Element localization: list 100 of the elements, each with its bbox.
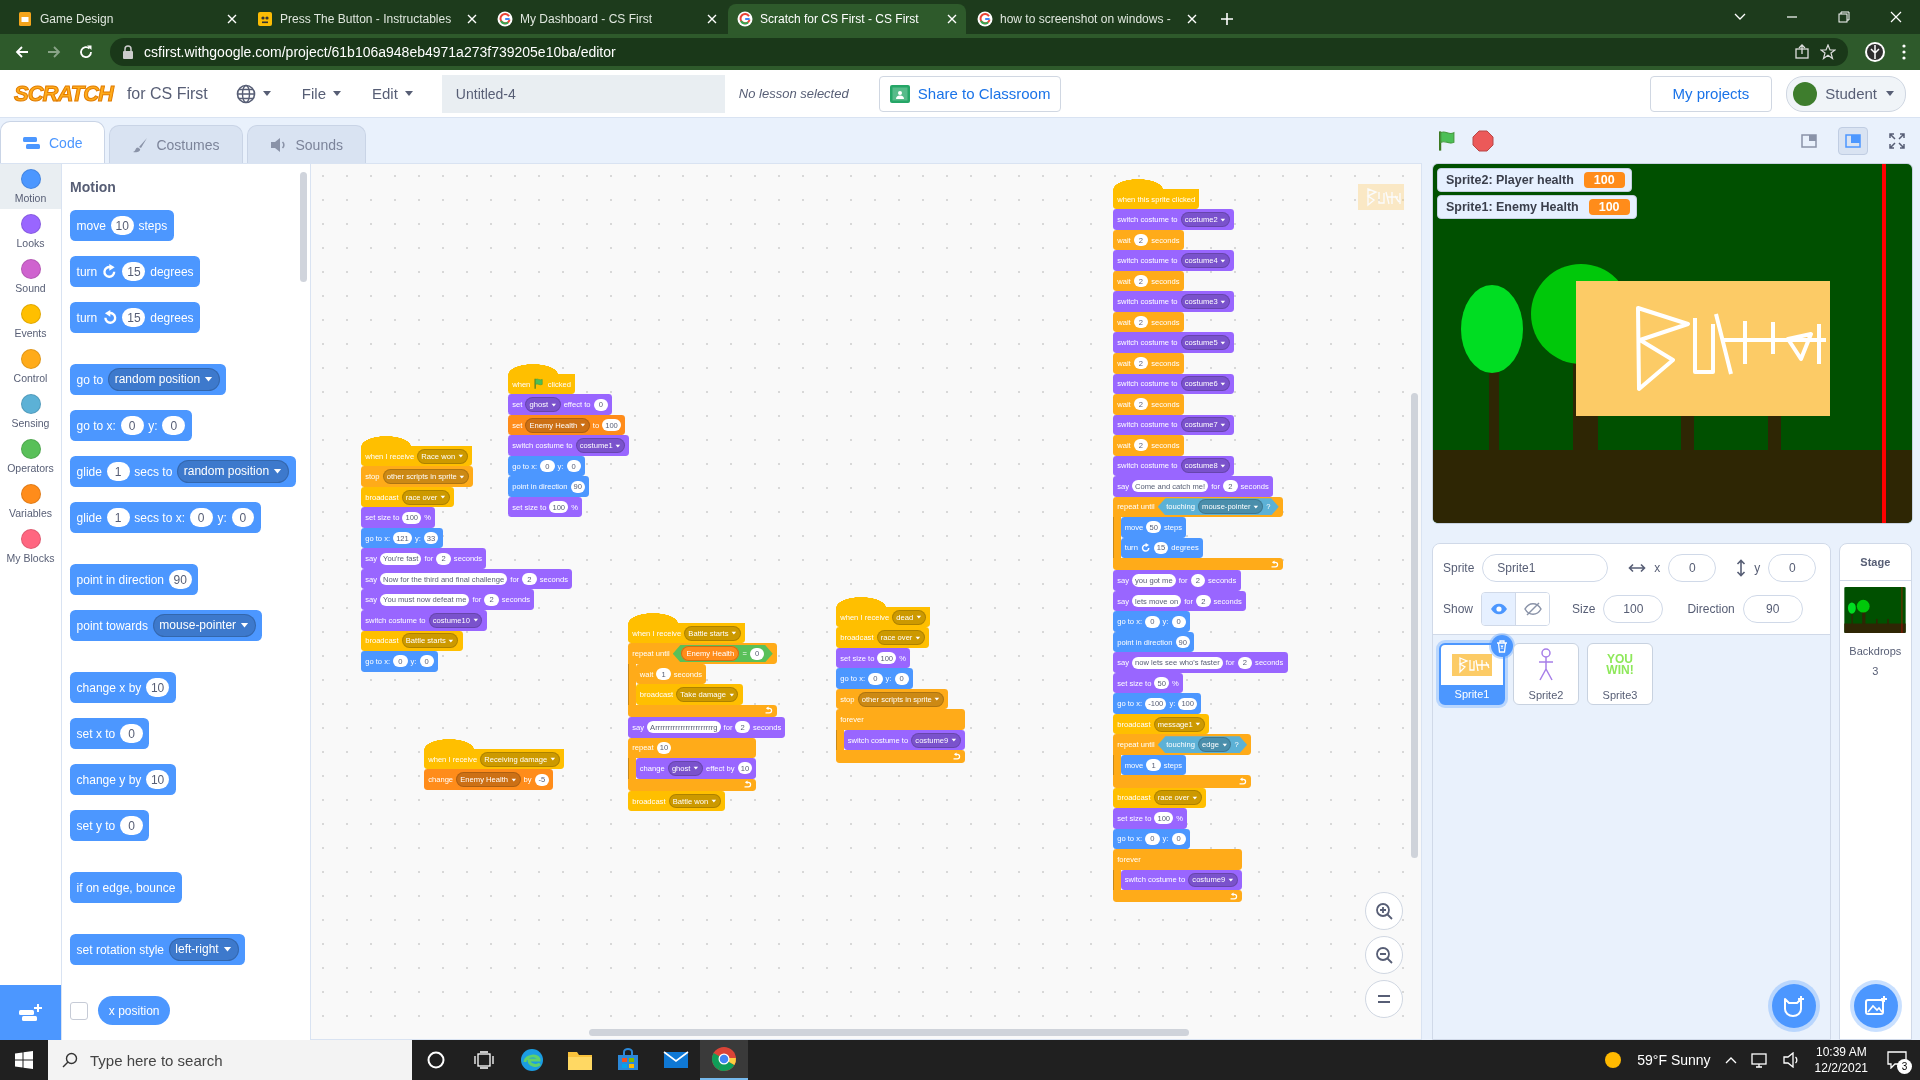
sprite-tile[interactable]: Sprite2 (1513, 643, 1579, 705)
sprite-tile[interactable]: YOU WIN! Sprite3 (1587, 643, 1653, 705)
value-input[interactable]: 1 (106, 461, 130, 482)
value-input[interactable]: 0 (120, 723, 143, 744)
weather-text[interactable]: 59°F Sunny (1637, 1052, 1711, 1068)
value-input[interactable]: 0 (189, 507, 213, 528)
value-input[interactable]: 0 (162, 415, 186, 436)
speech-bubble-icon[interactable] (1887, 1051, 1907, 1069)
value-input[interactable]: 10 (110, 215, 134, 236)
value-input[interactable]: 15 (122, 307, 146, 328)
zoom-in-button[interactable] (1365, 892, 1403, 930)
globe-icon (235, 83, 256, 104)
dropdown-menu[interactable]: random position (108, 367, 220, 392)
lesson-status-text: No lesson selected (738, 86, 849, 101)
value-input[interactable]: 10 (146, 769, 170, 790)
caret-icon (1220, 217, 1226, 222)
category-item[interactable]: Sensing (0, 389, 61, 434)
account-menu-button[interactable]: Student (1786, 75, 1906, 112)
stop-button[interactable] (1472, 129, 1494, 152)
stack-block[interactable]: set rotation style left-right (70, 934, 246, 965)
reload-icon[interactable] (78, 44, 94, 60)
stack-block[interactable]: set x to 0 (70, 718, 150, 749)
category-item[interactable]: Looks (0, 209, 61, 254)
category-item[interactable]: Variables (0, 479, 61, 524)
monitor-network-icon[interactable] (1750, 1052, 1769, 1068)
stack-block[interactable]: change x by 10 (70, 672, 176, 703)
category-item[interactable]: Operators (0, 434, 61, 479)
dropdown-menu[interactable]: random position (177, 459, 289, 484)
menu-button[interactable]: File (293, 79, 350, 108)
stack-block[interactable]: go to random position (70, 364, 227, 395)
value-input[interactable]: 10 (146, 677, 170, 698)
clock[interactable]: 10:39 AM 12/2/2021 (1814, 1044, 1868, 1076)
hide-sprite-button[interactable] (1515, 593, 1550, 625)
kebab-menu-icon[interactable] (1902, 44, 1906, 60)
checkbox[interactable] (70, 1001, 88, 1020)
dropdown-menu[interactable]: left-right (168, 937, 239, 962)
value-input[interactable]: 90 (168, 569, 192, 590)
delete-sprite-button[interactable] (1491, 635, 1513, 657)
rotate-clockwise-icon (102, 263, 118, 280)
zoom-out-button[interactable] (1365, 936, 1403, 974)
value-input[interactable]: 1 (106, 507, 130, 528)
category-item[interactable]: Control (0, 344, 61, 389)
category-item[interactable]: Events (0, 299, 61, 344)
taskbar-search-field[interactable]: Type here to search (48, 1040, 412, 1080)
forward-arrow-icon[interactable] (46, 44, 62, 60)
backdrops-label: Backdrops (1849, 645, 1902, 657)
dropdown-menu[interactable]: mouse-pointer (152, 613, 256, 638)
stack-block[interactable]: turn 15 degrees (70, 256, 201, 287)
scrollbar-thumb[interactable] (589, 1029, 1189, 1036)
close-icon[interactable] (1187, 14, 1197, 24)
browser-tab[interactable]: how to screenshot on windows - (968, 4, 1206, 34)
value-input[interactable]: 0 (231, 507, 255, 528)
menu-button[interactable]: Edit (364, 79, 422, 108)
chevron-up-icon[interactable] (1724, 1056, 1737, 1064)
value-input[interactable]: 0 (120, 415, 144, 436)
profile-avatar-icon[interactable] (1864, 41, 1886, 63)
caret-icon (457, 454, 464, 459)
flag-button[interactable] (1436, 129, 1458, 152)
share-icon[interactable] (1794, 44, 1810, 60)
stack-block[interactable]: turn 15 degrees (70, 302, 201, 333)
stage-layout-button[interactable] (1838, 126, 1868, 155)
close-icon[interactable] (707, 14, 717, 24)
show-sprite-button[interactable] (1482, 593, 1516, 625)
stack-block[interactable]: change y by 10 (70, 764, 176, 795)
category-item[interactable]: Sound (0, 254, 61, 299)
browser-tab[interactable]: Scratch for CS First - CS First (728, 4, 966, 34)
caret-icon (915, 615, 922, 620)
close-icon[interactable] (947, 14, 957, 24)
stack-block[interactable]: set y to 0 (70, 810, 150, 841)
stage-selector-panel[interactable]: Stage Backdrops 3 (1838, 543, 1912, 1040)
share-to-classroom-button[interactable]: Share to Classroom (878, 75, 1062, 112)
scrollbar-thumb[interactable] (300, 172, 307, 282)
back-arrow-icon[interactable] (14, 44, 30, 60)
value-input[interactable]: 0 (120, 815, 143, 836)
value-input[interactable]: 15 (122, 261, 146, 282)
browser-tab[interactable]: My Dashboard - CS First (488, 4, 726, 34)
close-icon[interactable] (1890, 11, 1902, 23)
chevron-down-icon[interactable] (1734, 13, 1746, 21)
stack-block[interactable]: move 10 steps (70, 210, 174, 241)
reset-zoom-button[interactable] (1365, 980, 1403, 1018)
restore-icon[interactable] (1838, 11, 1850, 23)
close-icon[interactable] (227, 14, 237, 24)
stack-block[interactable]: glide 1 secs to random position (70, 456, 296, 487)
taskbar-app-button[interactable] (700, 1040, 748, 1080)
stack-block[interactable]: point towards mouse-pointer (70, 610, 263, 641)
stack-block[interactable]: point in direction 90 (70, 564, 199, 595)
browser-tab[interactable]: Game Design (8, 4, 246, 34)
category-item[interactable]: Motion (0, 164, 61, 209)
plus-icon[interactable] (1220, 12, 1234, 26)
address-bar[interactable]: csfirst.withgoogle.com/project/61b106a948eb4971a273f739205e10ba/editor (110, 38, 1848, 66)
close-icon[interactable] (467, 14, 477, 24)
browser-tab[interactable]: Press The Button - Instructables (248, 4, 486, 34)
sun-icon[interactable] (1603, 1050, 1624, 1070)
my-projects-button[interactable]: My projects (1649, 75, 1773, 112)
stack-block[interactable]: glide 1 secs to x: 0 y: 0 (70, 502, 261, 533)
project-title-field[interactable]: Untitled-4 (441, 74, 725, 113)
category-item[interactable]: My Blocks (0, 524, 61, 569)
star-icon[interactable] (1820, 44, 1836, 60)
scrollbar-thumb[interactable] (1411, 393, 1418, 858)
stack-block[interactable]: go to x: 0 y: 0 (70, 410, 192, 441)
